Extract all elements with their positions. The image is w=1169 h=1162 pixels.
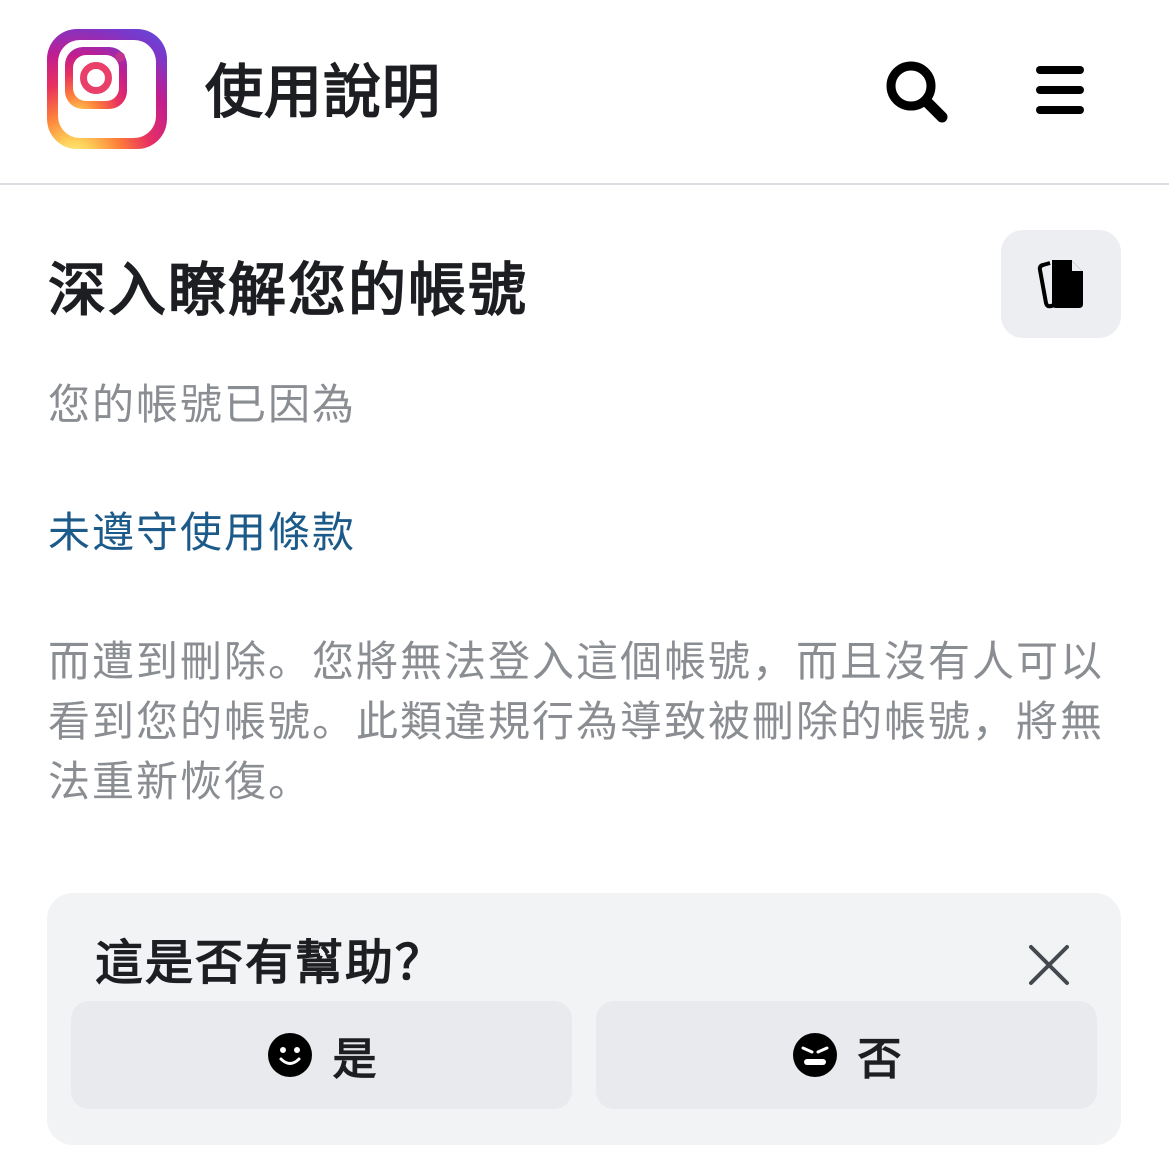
search-icon: [886, 61, 948, 123]
feedback-no-label: 否: [857, 1034, 902, 1085]
feedback-question: 這是否有幫助？: [95, 935, 446, 991]
feedback-yes-button[interactable]: 是: [71, 1001, 572, 1109]
feedback-no-button[interactable]: 否: [596, 1001, 1097, 1109]
copy-button[interactable]: [1001, 230, 1121, 338]
page-title: 使用說明: [205, 58, 442, 126]
header-bar: 使用說明: [0, 0, 1169, 185]
intro-text: 您的帳號已因為: [48, 380, 357, 429]
feedback-panel: 這是否有幫助？ 是 否: [47, 893, 1121, 1145]
article-title: 深入瞭解您的帳號: [48, 256, 529, 324]
instagram-logo-icon[interactable]: [47, 29, 167, 149]
body-text: 而遭到刪除。您將無法登入這個帳號，而且沒有人可以看到您的帳號。此類違規行為導致被…: [48, 637, 1105, 806]
search-button[interactable]: [880, 55, 952, 127]
smile-icon: [267, 1033, 312, 1077]
close-icon: [1029, 945, 1069, 985]
terms-of-use-link[interactable]: 未遵守使用條款: [48, 502, 356, 564]
copy-icon: [1037, 260, 1083, 309]
frown-icon: [792, 1033, 837, 1077]
feedback-yes-label: 是: [332, 1034, 377, 1085]
menu-button[interactable]: [1030, 60, 1090, 120]
feedback-close-button[interactable]: [1017, 933, 1081, 997]
